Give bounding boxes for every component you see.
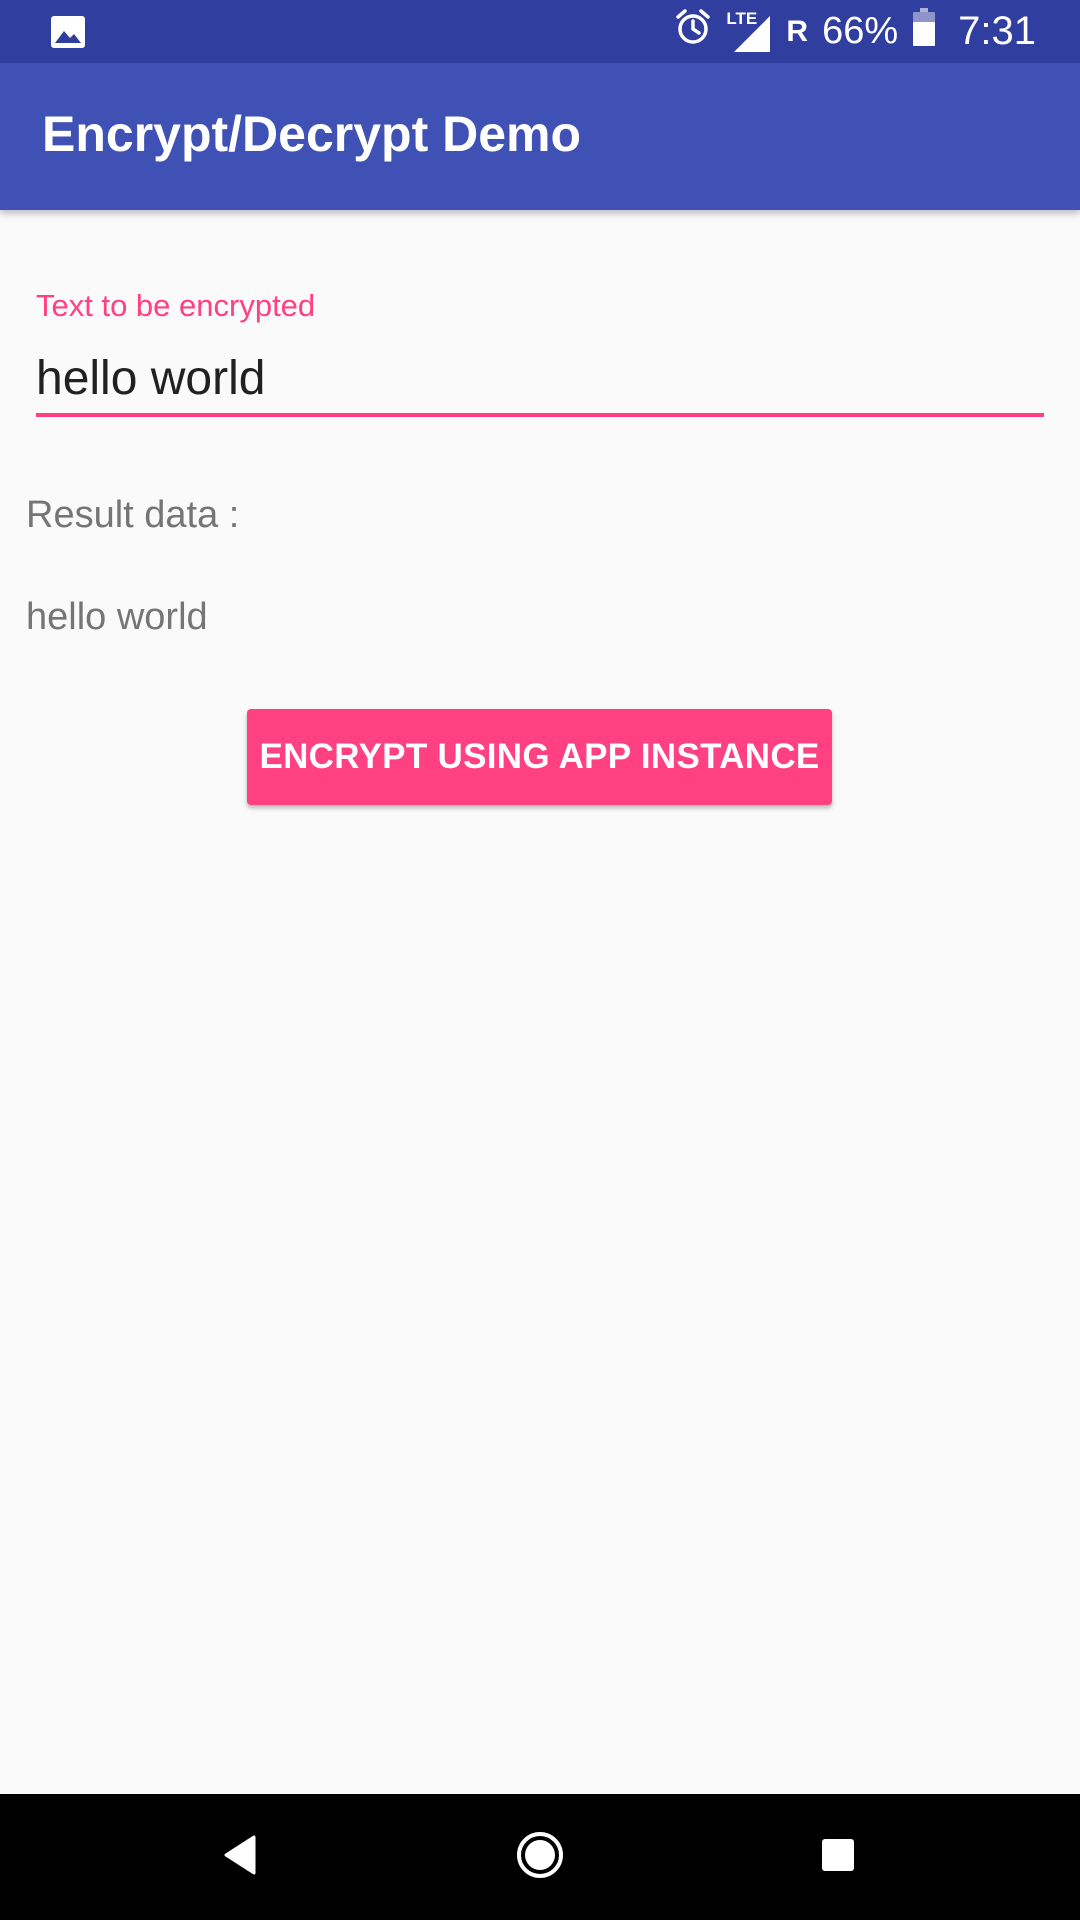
home-circle-icon: [515, 1830, 565, 1885]
lte-signal-icon: LTE: [726, 10, 772, 54]
battery-percent: 66%: [822, 10, 899, 52]
battery-icon: [912, 7, 936, 57]
image-icon: [50, 15, 86, 49]
recents-square-icon: [821, 1838, 855, 1877]
app-bar: Encrypt/Decrypt Demo: [0, 63, 1080, 210]
alarm-clock-icon: [674, 8, 712, 56]
status-time: 7:31: [958, 9, 1036, 53]
status-indicators: LTE R 66% 7:31: [674, 0, 1036, 63]
recents-button[interactable]: [768, 1794, 908, 1920]
text-input-label: Text to be encrypted: [36, 288, 316, 323]
input-underline: [36, 413, 1044, 417]
back-triangle-icon: [222, 1835, 258, 1880]
text-to-encrypt-input[interactable]: [36, 342, 1044, 414]
roaming-label: R: [786, 14, 809, 48]
navigation-bar: [0, 1794, 1080, 1920]
main-content: Text to be encrypted Result data : hello…: [0, 210, 1080, 1794]
result-value: hello world: [26, 596, 208, 638]
home-button[interactable]: [470, 1794, 610, 1920]
encrypt-button[interactable]: ENCRYPT USING APP INSTANCE: [247, 709, 832, 805]
status-bar: LTE R 66% 7:31: [0, 0, 1080, 63]
back-button[interactable]: [170, 1794, 310, 1920]
app-screen: LTE R 66% 7:31 Encrypt/Decrypt Demo Text…: [0, 0, 1080, 1920]
app-title: Encrypt/Decrypt Demo: [42, 106, 582, 162]
result-label: Result data :: [26, 494, 240, 536]
